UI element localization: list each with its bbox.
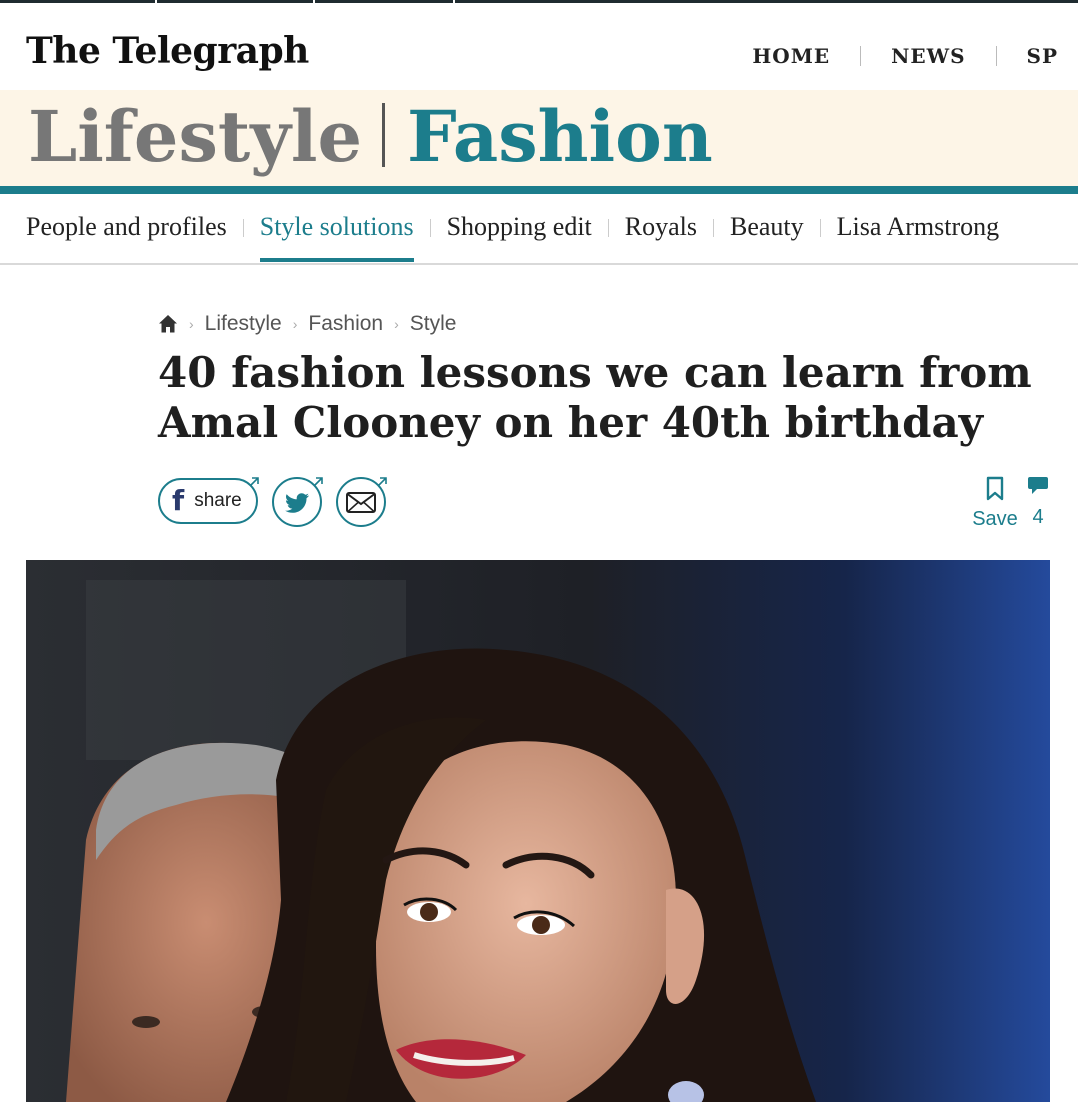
subnav-people-and-profiles[interactable]: People and profiles [26, 208, 243, 262]
strip-divider [453, 0, 455, 3]
breadcrumb-fashion[interactable]: Fashion [308, 312, 383, 336]
breadcrumb: › Lifestyle › Fashion › Style [158, 312, 456, 336]
chevron-right-icon: › [292, 316, 298, 332]
strip-divider [313, 0, 315, 3]
nav-home[interactable]: HOME [722, 44, 860, 68]
section-title: Lifestyle Fashion [28, 92, 713, 182]
section-subnav: People and profiles Style solutions Shop… [26, 208, 1015, 262]
comments-button[interactable]: 4 [1024, 476, 1052, 529]
facebook-share-label: share [194, 490, 242, 511]
section-divider [382, 103, 386, 167]
article-hero-image [26, 560, 1050, 1102]
save-label: Save [972, 508, 1018, 530]
subnav-lisa-armstrong[interactable]: Lisa Armstrong [821, 208, 1016, 262]
section-band-rule [0, 186, 1078, 194]
subnav-royals[interactable]: Royals [609, 208, 713, 262]
external-link-icon [249, 477, 259, 487]
home-icon[interactable] [158, 314, 178, 334]
chevron-right-icon: › [189, 316, 194, 332]
external-link-icon [313, 477, 323, 487]
subnav-beauty[interactable]: Beauty [714, 208, 820, 262]
subnav-rule [0, 263, 1078, 265]
bookmark-icon [986, 476, 1004, 501]
save-button[interactable]: Save [970, 476, 1020, 531]
section-parent-link[interactable]: Lifestyle [28, 95, 362, 178]
subnav-style-solutions[interactable]: Style solutions [244, 208, 430, 262]
comment-count: 4 [1032, 506, 1044, 528]
facebook-share-button[interactable]: f share [158, 478, 258, 524]
subnav-shopping-edit[interactable]: Shopping edit [431, 208, 608, 262]
breadcrumb-lifestyle[interactable]: Lifestyle [205, 312, 282, 336]
chevron-right-icon: › [394, 316, 399, 332]
strip-divider [155, 0, 157, 3]
facebook-icon: f [172, 484, 185, 517]
nav-news[interactable]: NEWS [861, 44, 995, 68]
top-strip [0, 0, 1078, 3]
top-navigation: HOME NEWS SP [722, 44, 1078, 68]
breadcrumb-style[interactable]: Style [410, 312, 457, 336]
article-headline: 40 fashion lessons we can learn from Ama… [158, 348, 1032, 447]
section-current-link[interactable]: Fashion [407, 95, 713, 178]
external-link-icon [377, 477, 387, 487]
speech-bubble-icon [1028, 477, 1048, 494]
telegraph-logo[interactable]: The Telegraph [26, 30, 309, 72]
hero-photo [26, 560, 1050, 1102]
nav-sport[interactable]: SP [997, 44, 1078, 68]
